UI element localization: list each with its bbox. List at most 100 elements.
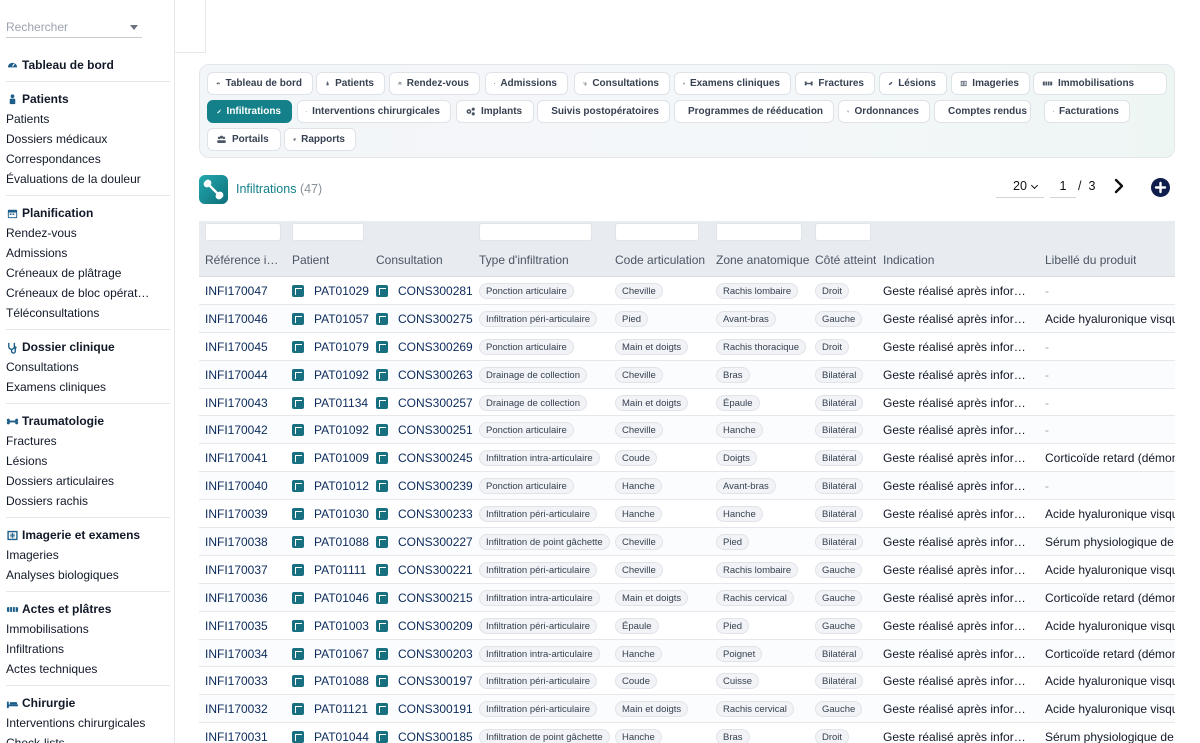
table-row[interactable]: INFI170033 PAT01088 CONS300197 Infiltrat…	[199, 667, 1175, 696]
column-header[interactable]: Code articulation	[615, 253, 705, 267]
sidebar-item[interactable]: Rendez-vous	[0, 223, 170, 243]
consultation-link[interactable]: CONS300197	[398, 674, 473, 688]
patient-link[interactable]: PAT01029	[314, 284, 369, 298]
patient-link[interactable]: PAT01092	[314, 423, 369, 437]
reference-link[interactable]: INFI170041	[205, 451, 268, 465]
next-page-button[interactable]	[1112, 178, 1126, 194]
reference-link[interactable]: INFI170032	[205, 702, 268, 716]
patient-link[interactable]: PAT01092	[314, 368, 369, 382]
reference-link[interactable]: INFI170035	[205, 619, 268, 633]
sidebar-item[interactable]: Dossiers articulaires	[0, 471, 170, 491]
consultation-link[interactable]: CONS300251	[398, 423, 473, 437]
sidebar-heading-imagerie-et-examens[interactable]: Imagerie et examens	[0, 525, 170, 545]
patient-link[interactable]: PAT01134	[314, 396, 368, 410]
patient-link[interactable]: PAT01088	[314, 674, 369, 688]
patient-link[interactable]: PAT01111	[314, 563, 366, 577]
column-header[interactable]: Référence in…	[205, 253, 283, 267]
module-tab-patients[interactable]: Patients	[316, 72, 385, 95]
chevron-down-icon[interactable]	[130, 25, 138, 30]
sidebar-item[interactable]: Créneaux de bloc opérat…	[0, 283, 170, 303]
reference-link[interactable]: INFI170043	[205, 396, 268, 410]
module-tab-portails[interactable]: Portails	[207, 128, 281, 151]
sidebar-item[interactable]: Interventions chirurgicales	[0, 713, 170, 733]
column-filter-input[interactable]	[292, 223, 364, 241]
module-tab-suivis-postoperatoires[interactable]: Suivis postopératoires	[537, 100, 670, 123]
sidebar-item[interactable]: Consultations	[0, 357, 170, 377]
patient-link[interactable]: PAT01079	[314, 340, 369, 354]
reference-link[interactable]: INFI170046	[205, 312, 268, 326]
sidebar-item[interactable]: Fractures	[0, 431, 170, 451]
table-row[interactable]: INFI170039 PAT01030 CONS300233 Infiltrat…	[199, 500, 1175, 529]
consultation-link[interactable]: CONS300245	[398, 451, 473, 465]
module-tab-rendez-vous[interactable]: Rendez-vous	[389, 72, 480, 95]
reference-link[interactable]: INFI170042	[205, 423, 268, 437]
patient-link[interactable]: PAT01044	[314, 730, 369, 743]
column-filter-input[interactable]	[479, 223, 592, 241]
table-row[interactable]: INFI170031 PAT01044 CONS300185 Infiltrat…	[199, 723, 1175, 743]
column-header[interactable]: Type d'infiltration	[479, 253, 569, 267]
table-row[interactable]: INFI170046 PAT01057 CONS300275 Infiltrat…	[199, 304, 1175, 333]
table-row[interactable]: INFI170045 PAT01079 CONS300269 Ponction …	[199, 333, 1175, 361]
module-tab-admissions[interactable]: Admissions	[485, 72, 568, 95]
consultation-link[interactable]: CONS300203	[398, 647, 473, 661]
table-row[interactable]: INFI170043 PAT01134 CONS300257 Drainage …	[199, 389, 1175, 417]
sidebar-heading-traumatologie[interactable]: Traumatologie	[0, 411, 170, 431]
patient-link[interactable]: PAT01121	[314, 702, 368, 716]
module-tab-imageries[interactable]: Imageries	[951, 72, 1030, 95]
sidebar-item[interactable]: Admissions	[0, 243, 170, 263]
module-tab-comptes-rendus[interactable]: Comptes rendus	[934, 100, 1031, 123]
patient-link[interactable]: PAT01012	[314, 479, 369, 493]
column-header[interactable]: Patient	[292, 253, 329, 267]
table-row[interactable]: INFI170041 PAT01009 CONS300245 Infiltrat…	[199, 444, 1175, 473]
module-tab-lesions[interactable]: Lésions	[879, 72, 947, 95]
sidebar-heading-chirurgie[interactable]: Chirurgie	[0, 693, 170, 713]
column-filter-input[interactable]	[716, 223, 802, 241]
reference-link[interactable]: INFI170031	[205, 730, 268, 743]
sidebar-heading-tableau-de-bord[interactable]: Tableau de bord	[0, 55, 170, 75]
consultation-link[interactable]: CONS300239	[398, 479, 473, 493]
table-row[interactable]: INFI170042 PAT01092 CONS300251 Ponction …	[199, 416, 1175, 445]
reference-link[interactable]: INFI170047	[205, 284, 268, 298]
table-row[interactable]: INFI170032 PAT01121 CONS300191 Infiltrat…	[199, 695, 1175, 724]
consultation-link[interactable]: CONS300185	[398, 730, 473, 743]
table-row[interactable]: INFI170037 PAT01111 CONS300221 Infiltrat…	[199, 556, 1175, 584]
table-row[interactable]: INFI170044 PAT01092 CONS300263 Drainage …	[199, 360, 1175, 389]
table-row[interactable]: INFI170047 PAT01029 CONS300281 Ponction …	[199, 277, 1175, 305]
module-tab-examens-cliniques[interactable]: Examens cliniques	[674, 72, 791, 95]
add-record-button[interactable]	[1151, 178, 1170, 197]
search-select[interactable]: Rechercher	[6, 14, 142, 38]
sidebar-item[interactable]: Correspondances	[0, 149, 170, 169]
sidebar-item[interactable]: Dossiers médicaux	[0, 129, 170, 149]
module-tab-infiltrations[interactable]: Infiltrations	[207, 100, 292, 123]
page-size-select[interactable]: 20	[996, 177, 1044, 198]
table-row[interactable]: INFI170040 PAT01012 CONS300239 Ponction …	[199, 472, 1175, 501]
patient-link[interactable]: PAT01030	[314, 507, 369, 521]
column-header[interactable]: Zone anatomique	[716, 253, 809, 267]
reference-link[interactable]: INFI170040	[205, 479, 268, 493]
sidebar-item[interactable]: Infiltrations	[0, 639, 170, 659]
sidebar-item[interactable]: Téléconsultations	[0, 303, 170, 323]
consultation-link[interactable]: CONS300221	[398, 563, 473, 577]
reference-link[interactable]: INFI170037	[205, 563, 268, 577]
sidebar-item[interactable]: Créneaux de plâtrage	[0, 263, 170, 283]
column-filter-input[interactable]	[615, 223, 699, 241]
module-tab-rapports[interactable]: Rapports	[284, 128, 356, 151]
module-tab-facturations[interactable]: Facturations	[1044, 100, 1130, 123]
sidebar-heading-planification[interactable]: Planification	[0, 203, 170, 223]
sidebar-item[interactable]: Évaluations de la douleur	[0, 169, 170, 189]
table-row[interactable]: INFI170035 PAT01003 CONS300209 Infiltrat…	[199, 612, 1175, 640]
patient-link[interactable]: PAT01088	[314, 535, 369, 549]
sidebar-item[interactable]: Imageries	[0, 545, 170, 565]
module-tab-fractures[interactable]: Fractures	[795, 72, 875, 95]
reference-link[interactable]: INFI170033	[205, 674, 268, 688]
sidebar-heading-dossier-clinique[interactable]: Dossier clinique	[0, 337, 170, 357]
sidebar-item[interactable]: Immobilisations	[0, 619, 170, 639]
table-row[interactable]: INFI170036 PAT01046 CONS300215 Infiltrat…	[199, 583, 1175, 612]
sidebar-item[interactable]: Dossiers rachis	[0, 491, 170, 511]
patient-link[interactable]: PAT01003	[314, 619, 369, 633]
consultation-link[interactable]: CONS300209	[398, 619, 473, 633]
reference-link[interactable]: INFI170044	[205, 368, 268, 382]
consultation-link[interactable]: CONS300257	[398, 396, 473, 410]
patient-link[interactable]: PAT01046	[314, 591, 369, 605]
patient-link[interactable]: PAT01009	[314, 451, 369, 465]
